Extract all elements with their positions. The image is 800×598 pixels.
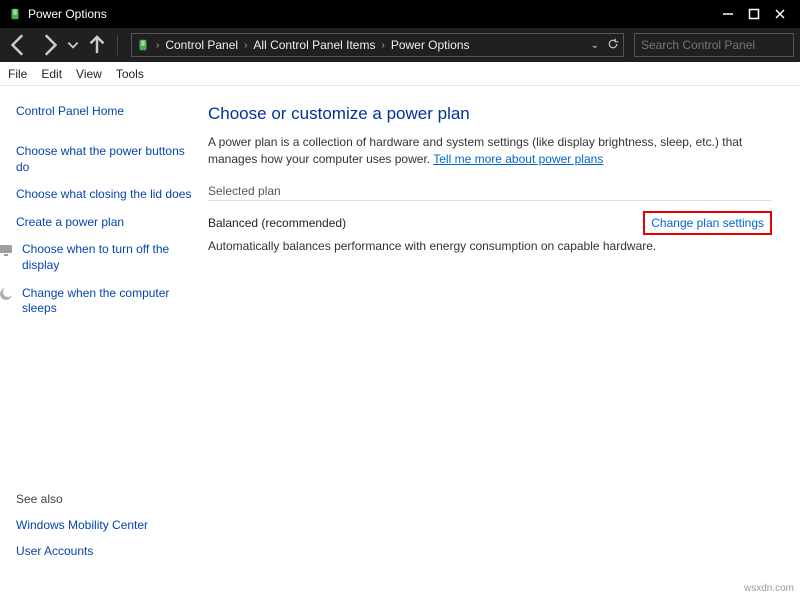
watermark: wsxdn.com <box>744 583 794 594</box>
sidebar-link-label: Choose what closing the lid does <box>16 187 192 203</box>
menu-view[interactable]: View <box>76 67 102 81</box>
breadcrumb-item[interactable]: Power Options <box>391 38 470 52</box>
breadcrumb-item[interactable]: All Control Panel Items <box>253 38 375 52</box>
sidebar-link-label: Choose what the power buttons do <box>16 144 192 175</box>
refresh-icon[interactable] <box>607 38 619 53</box>
chevron-right-icon: › <box>156 40 159 51</box>
breadcrumb-item[interactable]: Control Panel <box>165 38 238 52</box>
tell-me-more-link[interactable]: Tell me more about power plans <box>433 152 603 166</box>
power-options-icon <box>8 7 22 21</box>
chevron-right-icon: › <box>244 40 247 51</box>
menu-tools[interactable]: Tools <box>116 67 144 81</box>
window-controls <box>722 8 794 20</box>
chevron-down-icon[interactable]: ⌄ <box>591 40 599 51</box>
menu-edit[interactable]: Edit <box>41 67 62 81</box>
menu-file[interactable]: File <box>8 67 27 81</box>
title-bar: Power Options <box>0 0 800 28</box>
sidebar-link-create-plan[interactable]: Create a power plan <box>16 215 192 231</box>
page-description: A power plan is a collection of hardware… <box>208 134 772 168</box>
breadcrumb-controls: ⌄ <box>591 38 619 53</box>
plan-name: Balanced (recommended) <box>208 216 346 230</box>
plan-description: Automatically balances performance with … <box>208 239 772 253</box>
monitor-icon <box>0 242 14 258</box>
power-options-icon <box>136 38 150 52</box>
plan-row: Balanced (recommended) Change plan setti… <box>208 211 772 235</box>
nav-bar: › Control Panel › All Control Panel Item… <box>0 28 800 62</box>
sidebar-link-closing-lid[interactable]: Choose what closing the lid does <box>16 187 192 203</box>
see-also-mobility-center[interactable]: Windows Mobility Center <box>16 518 192 532</box>
breadcrumb[interactable]: › Control Panel › All Control Panel Item… <box>131 33 624 57</box>
forward-button[interactable] <box>36 32 62 58</box>
search-input[interactable] <box>634 33 794 57</box>
nav-separator <box>117 35 118 55</box>
see-also-user-accounts[interactable]: User Accounts <box>16 544 192 558</box>
recent-dropdown-button[interactable] <box>66 32 80 58</box>
menu-bar: File Edit View Tools <box>0 62 800 86</box>
change-plan-settings-link[interactable]: Change plan settings <box>643 211 772 235</box>
sidebar-link-sleep[interactable]: Change when the computer sleeps <box>16 286 192 317</box>
title-bar-left: Power Options <box>8 7 107 21</box>
main-panel: Choose or customize a power plan A power… <box>200 86 800 598</box>
sidebar-link-label: Choose when to turn off the display <box>22 242 192 273</box>
section-selected-plan: Selected plan <box>208 184 772 201</box>
sidebar-link-label: Create a power plan <box>16 215 192 231</box>
sidebar-link-power-buttons[interactable]: Choose what the power buttons do <box>16 144 192 175</box>
content-area: Control Panel Home Choose what the power… <box>0 86 800 598</box>
window-title: Power Options <box>28 7 107 21</box>
see-also-title: See also <box>16 492 192 506</box>
control-panel-home-link[interactable]: Control Panel Home <box>16 104 192 118</box>
close-button[interactable] <box>774 8 786 20</box>
page-heading: Choose or customize a power plan <box>208 104 772 124</box>
back-button[interactable] <box>6 32 32 58</box>
maximize-button[interactable] <box>748 8 760 20</box>
sidebar: Control Panel Home Choose what the power… <box>0 86 200 598</box>
chevron-right-icon: › <box>381 40 384 51</box>
up-button[interactable] <box>84 32 110 58</box>
see-also-section: See also Windows Mobility Center User Ac… <box>16 492 192 590</box>
minimize-button[interactable] <box>722 8 734 20</box>
moon-icon <box>0 286 14 302</box>
sidebar-link-turn-off-display[interactable]: Choose when to turn off the display <box>16 242 192 273</box>
sidebar-link-label: Change when the computer sleeps <box>22 286 192 317</box>
